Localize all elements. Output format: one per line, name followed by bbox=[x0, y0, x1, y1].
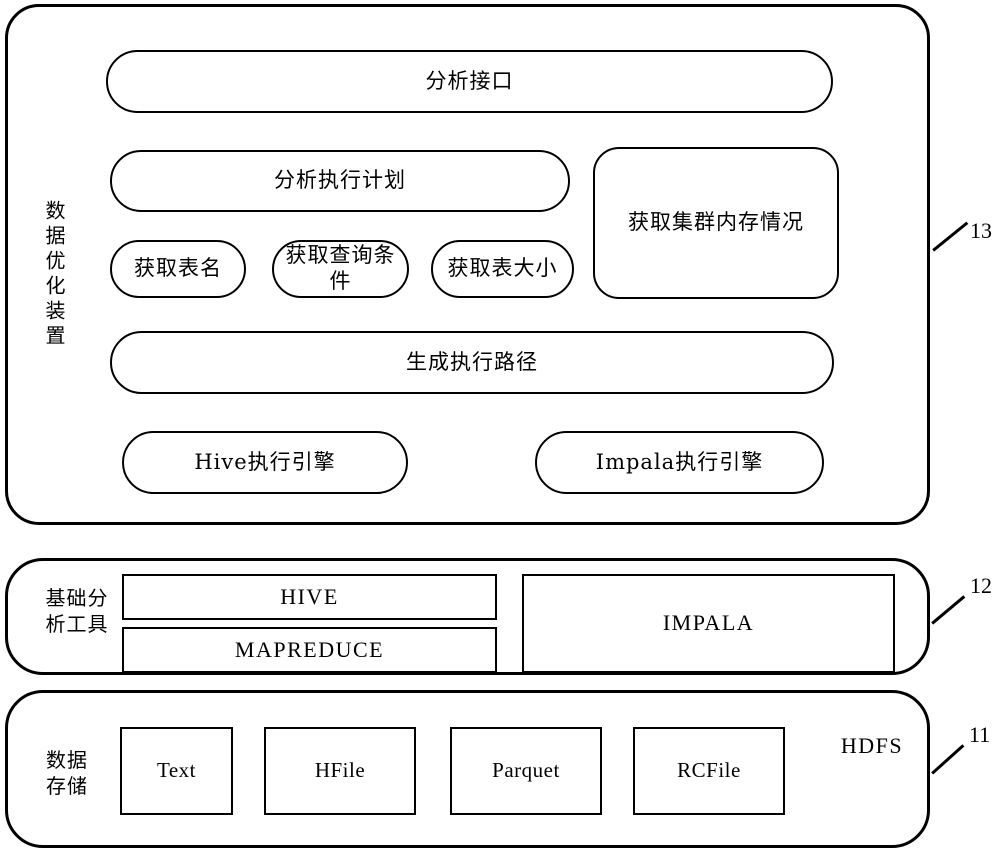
reference-number-13: 13 bbox=[970, 218, 992, 243]
layer-11-side-label-line2: 存储 bbox=[46, 773, 88, 798]
format-label-text: Text bbox=[156, 758, 197, 783]
reference-number-12: 12 bbox=[970, 573, 992, 598]
figure-canvas: 数据优化装置 分析接口 分析执行计划 获取集群内存情况 获取表名 获取查询条 件… bbox=[0, 0, 1000, 853]
impala-execution-engine-box: Impala执行引擎 bbox=[535, 431, 824, 494]
reference-number-11: 11 bbox=[969, 722, 991, 747]
get-query-condition-label-line1: 获取查询条 bbox=[285, 243, 396, 268]
format-label-rcfile: RCFile bbox=[677, 758, 741, 783]
hive-box: HIVE bbox=[122, 574, 497, 620]
get-cluster-memory-box: 获取集群内存情况 bbox=[593, 147, 839, 299]
analysis-interface-label: 分析接口 bbox=[425, 68, 514, 93]
leader-line-13 bbox=[932, 221, 968, 252]
get-table-name-label: 获取表名 bbox=[134, 256, 222, 281]
layer-13-side-label: 数据优化装置 bbox=[42, 200, 66, 350]
mapreduce-box: MAPREDUCE bbox=[122, 627, 497, 673]
impala-box: IMPALA bbox=[522, 574, 895, 673]
get-table-size-label: 获取表大小 bbox=[447, 256, 558, 281]
mapreduce-label: MAPREDUCE bbox=[234, 636, 385, 662]
get-query-condition-label-line2: 件 bbox=[329, 269, 352, 293]
analysis-execution-plan-box: 分析执行计划 bbox=[110, 150, 570, 212]
analysis-execution-plan-label: 分析执行计划 bbox=[274, 168, 406, 193]
hive-execution-engine-box: Hive执行引擎 bbox=[122, 431, 408, 494]
format-box-text: Text bbox=[120, 727, 233, 815]
format-label-hfile: HFile bbox=[314, 758, 366, 783]
format-label-parquet: Parquet bbox=[492, 758, 560, 783]
get-table-name-box: 获取表名 bbox=[110, 240, 246, 298]
layer-11-side-label: 数据 存储 bbox=[30, 748, 104, 799]
get-table-size-box: 获取表大小 bbox=[431, 240, 574, 298]
get-query-condition-box: 获取查询条 件 bbox=[272, 240, 409, 298]
leader-line-12 bbox=[931, 595, 965, 625]
leader-line-11 bbox=[931, 744, 965, 775]
hive-execution-engine-label: Hive执行引擎 bbox=[194, 449, 336, 474]
format-box-hfile: HFile bbox=[264, 727, 416, 815]
format-box-rcfile: RCFile bbox=[633, 727, 785, 815]
layer-12-side-label: 基础分 析工具 bbox=[30, 586, 124, 637]
generate-execution-path-box: 生成执行路径 bbox=[110, 331, 834, 394]
generate-execution-path-label: 生成执行路径 bbox=[406, 349, 538, 374]
format-box-parquet: Parquet bbox=[450, 727, 602, 815]
layer-12-side-label-line1: 基础分 bbox=[45, 586, 109, 610]
get-cluster-memory-label: 获取集群内存情况 bbox=[628, 210, 804, 235]
layer-12-side-label-line2: 析工具 bbox=[45, 611, 109, 636]
impala-execution-engine-label: Impala执行引擎 bbox=[595, 449, 764, 474]
hdfs-label-text: HDFS bbox=[840, 733, 904, 759]
hive-label: HIVE bbox=[280, 583, 339, 609]
impala-label: IMPALA bbox=[662, 610, 755, 636]
layer-11-side-label-line1: 数据 bbox=[46, 748, 88, 772]
hdfs-label: HDFS bbox=[822, 731, 922, 761]
analysis-interface-box: 分析接口 bbox=[106, 50, 833, 113]
